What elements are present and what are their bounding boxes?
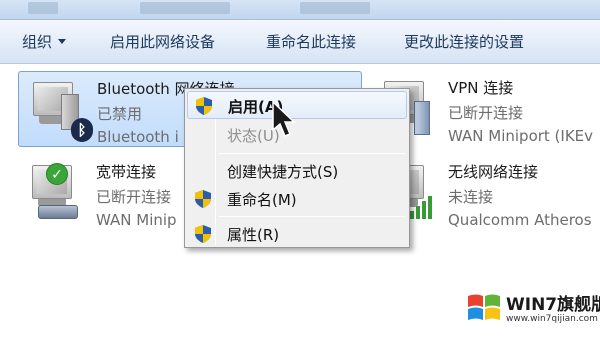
organize-button[interactable]: 组织 (22, 31, 67, 52)
watermark-title: WIN7旗舰版 (506, 295, 600, 315)
signal-strength-icon (410, 193, 440, 219)
title-bar-fragment (300, 2, 370, 14)
menu-separator (219, 153, 405, 154)
shield-icon (195, 225, 211, 243)
windows-logo-icon (468, 294, 500, 320)
menu-item-label: 重命名(M) (227, 191, 297, 209)
menu-item-status[interactable]: 状态(U) (187, 121, 407, 149)
connection-status: 已断开连接 (448, 104, 524, 122)
connection-name: 宽带连接 (96, 163, 157, 181)
mouse-cursor-icon (272, 100, 296, 137)
menu-item-rename[interactable]: 重命名(M) (187, 185, 407, 213)
connection-name: 无线网络连接 (448, 163, 539, 181)
server-icon (414, 101, 430, 135)
watermark-url: www.win7qijian.com (506, 314, 598, 324)
change-settings-button[interactable]: 更改此连接的设置 (404, 31, 524, 52)
menu-item-label: 创建快捷方式(S) (227, 163, 339, 181)
connection-device: Bluetooth i (97, 128, 179, 146)
command-bar: 组织 启用此网络设备 重命名此连接 更改此连接的设置 (0, 20, 600, 64)
chevron-down-icon (58, 39, 67, 44)
connection-status: 已断开连接 (96, 188, 172, 206)
check-icon: ✓ (46, 163, 68, 185)
connection-device: WAN Miniport (IKEv (448, 127, 594, 145)
watermark: WIN7旗舰版 www.win7qijian.com (460, 282, 600, 338)
connection-name: VPN 连接 (448, 79, 514, 97)
title-bar (0, 0, 600, 20)
menu-separator (219, 216, 405, 217)
bluetooth-icon: ᛒ (71, 118, 93, 142)
shield-icon (195, 190, 211, 208)
title-bar-fragment (140, 2, 230, 14)
menu-item-create-shortcut[interactable]: 创建快捷方式(S) (187, 157, 407, 185)
menu-item-properties[interactable]: 属性(R) (187, 220, 407, 248)
rename-connection-button[interactable]: 重命名此连接 (266, 31, 356, 52)
modem-icon (38, 205, 78, 219)
title-bar-fragment (28, 2, 58, 14)
connection-status: 已禁用 (97, 105, 143, 123)
menu-item-enable[interactable]: 启用(A) (187, 91, 407, 119)
connection-device: Qualcomm Atheros (448, 211, 592, 229)
shield-icon (196, 97, 212, 115)
context-menu: 启用(A) 状态(U) 创建快捷方式(S) 重命名(M) 属性(R) (184, 88, 410, 248)
connection-status: 未连接 (448, 188, 494, 206)
organize-label: 组织 (22, 33, 53, 51)
menu-item-label: 属性(R) (227, 226, 280, 244)
connection-device: WAN Minip (96, 211, 177, 229)
enable-device-button[interactable]: 启用此网络设备 (110, 31, 215, 52)
